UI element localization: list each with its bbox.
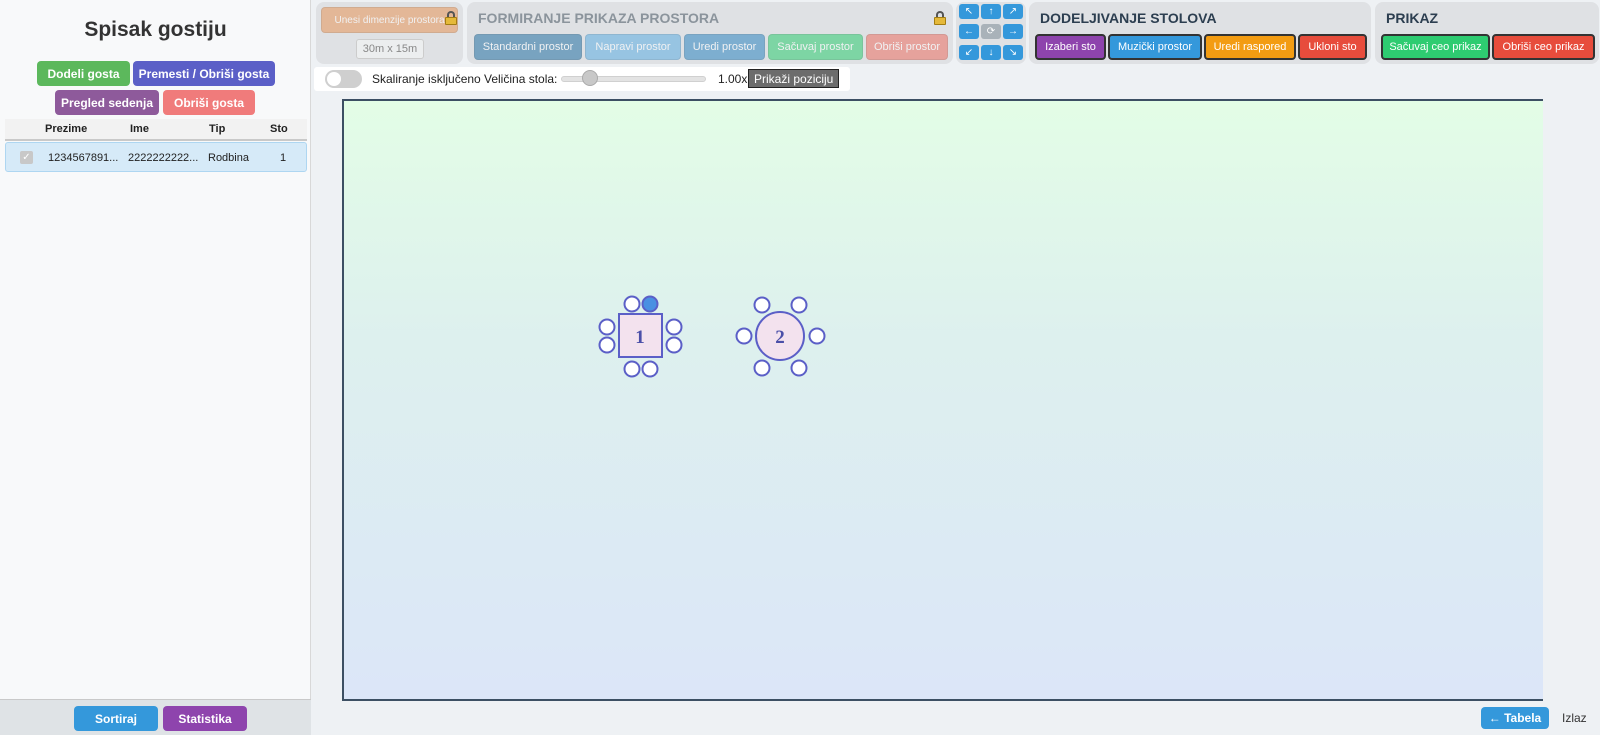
seat[interactable]: [753, 296, 771, 314]
statistics-button[interactable]: Statistika: [163, 706, 247, 731]
assign-guest-button[interactable]: Dodeli gosta: [37, 61, 130, 86]
arrow-up-right-icon[interactable]: ↗: [1003, 4, 1023, 19]
seating-overview-button[interactable]: Pregled sedenja: [55, 90, 159, 115]
seat[interactable]: [623, 295, 641, 313]
standard-space-button[interactable]: Standardni prostor: [474, 34, 582, 60]
column-header-tip[interactable]: Tip: [209, 123, 225, 135]
arrow-right-icon[interactable]: →: [1003, 24, 1023, 39]
arrow-up-icon[interactable]: ↑: [981, 4, 1001, 19]
select-table-button[interactable]: Izaberi sto: [1035, 34, 1106, 60]
sort-button[interactable]: Sortiraj: [74, 706, 158, 731]
lock-icon: [445, 11, 457, 25]
dimensions-panel: Unesi dimenzije prostora 30m x 15m: [316, 2, 463, 64]
space-forming-panel: FORMIRANJE PRIKAZA PROSTORA Standardni p…: [467, 2, 953, 64]
edit-space-button[interactable]: Uredi prostor: [684, 34, 765, 60]
move-delete-guest-button[interactable]: Premesti / Obriši gosta: [133, 61, 275, 86]
edit-layout-button[interactable]: Uredi raspored: [1204, 34, 1296, 60]
table-number: 2: [775, 327, 785, 348]
display-title: PRIKAZ: [1386, 10, 1439, 26]
table-assignment-title: DODELJIVANJE STOLOVA: [1040, 10, 1217, 26]
arrow-down-left-icon[interactable]: ↙: [959, 45, 979, 60]
arrow-up-left-icon[interactable]: ↖: [959, 4, 979, 19]
table-size-value: 1.00x: [718, 72, 748, 86]
move-arrows-panel: ↖ ↑ ↗ ← ⟳ → ↙ ↓ ↘: [956, 2, 1026, 64]
delete-guest-button[interactable]: Obriši gosta: [163, 90, 255, 115]
guest-ime: 2222222222...: [128, 152, 199, 164]
guest-sto: 1: [280, 152, 287, 164]
delete-space-button[interactable]: Obriši prostor: [866, 34, 948, 60]
seat[interactable]: [598, 318, 616, 336]
seat[interactable]: [753, 359, 771, 377]
seat[interactable]: [598, 336, 616, 354]
sidebar-footer: Sortiraj Statistika: [0, 699, 311, 735]
seat[interactable]: [623, 360, 641, 378]
seat[interactable]: [665, 336, 683, 354]
guest-prezime: 1234567891...: [48, 152, 119, 164]
guest-table: Prezime Ime Tip Sto ✓ 1234567891... 2222…: [5, 119, 307, 172]
seat[interactable]: [735, 327, 753, 345]
back-to-table-button[interactable]: ← Tabela: [1481, 707, 1549, 729]
space-forming-title: FORMIRANJE PRIKAZA PROSTORA: [478, 10, 720, 26]
scaling-label: Skaliranje isključeno: [372, 72, 481, 86]
seat[interactable]: [665, 318, 683, 336]
table-number: 1: [635, 327, 645, 348]
scaling-row: Skaliranje isključeno Veličina stola: 1.…: [314, 67, 850, 91]
guest-tip: Rodbina: [208, 152, 249, 164]
display-panel: PRIKAZ Sačuvaj ceo prikaz Obriši ceo pri…: [1375, 2, 1599, 64]
floor-plan-canvas[interactable]: 1 2: [342, 99, 1543, 701]
arrow-down-right-icon[interactable]: ↘: [1003, 45, 1023, 60]
seat[interactable]: [790, 296, 808, 314]
remove-table-button[interactable]: Ukloni sto: [1298, 34, 1367, 60]
seat[interactable]: [808, 327, 826, 345]
column-header-prezime[interactable]: Prezime: [45, 123, 87, 135]
table-1[interactable]: 1: [598, 295, 683, 378]
scaling-toggle[interactable]: [325, 70, 362, 88]
guest-checkbox[interactable]: ✓: [20, 151, 33, 164]
exit-link[interactable]: Izlaz: [1562, 711, 1587, 725]
table-size-slider-thumb[interactable]: [582, 70, 598, 86]
sidebar-title: Spisak gostiju: [84, 18, 227, 41]
guest-table-header: Prezime Ime Tip Sto: [5, 119, 307, 141]
seat[interactable]: [641, 360, 659, 378]
column-header-sto[interactable]: Sto: [270, 123, 288, 135]
enter-dimensions-button[interactable]: Unesi dimenzije prostora: [321, 7, 458, 33]
guest-row[interactable]: ✓ 1234567891... 2222222222... Rodbina 1: [5, 142, 307, 172]
dimensions-value: 30m x 15m: [356, 39, 424, 59]
table-2[interactable]: 2: [735, 296, 826, 377]
delete-full-view-button[interactable]: Obriši ceo prikaz: [1492, 34, 1595, 60]
show-position-button[interactable]: Prikaži poziciju: [748, 69, 840, 88]
seat-occupied[interactable]: [641, 295, 659, 313]
create-space-button[interactable]: Napravi prostor: [585, 34, 681, 60]
save-full-view-button[interactable]: Sačuvaj ceo prikaz: [1381, 34, 1490, 60]
table-assignment-panel: DODELJIVANJE STOLOVA Izaberi sto Muzički…: [1029, 2, 1371, 64]
guest-list-sidebar: Spisak gostiju Dodeli gosta Premesti / O…: [0, 0, 311, 735]
seat[interactable]: [790, 359, 808, 377]
music-area-button[interactable]: Muzički prostor: [1108, 34, 1202, 60]
table-size-label: Veličina stola:: [484, 72, 558, 86]
arrow-down-icon[interactable]: ↓: [981, 45, 1001, 60]
save-space-button[interactable]: Sačuvaj prostor: [768, 34, 863, 60]
arrow-left-icon[interactable]: ←: [959, 24, 979, 39]
floor-plan-svg: 1 2: [598, 295, 826, 378]
lock-icon: [934, 11, 946, 25]
column-header-ime[interactable]: Ime: [130, 123, 149, 135]
reset-icon[interactable]: ⟳: [981, 24, 1001, 39]
